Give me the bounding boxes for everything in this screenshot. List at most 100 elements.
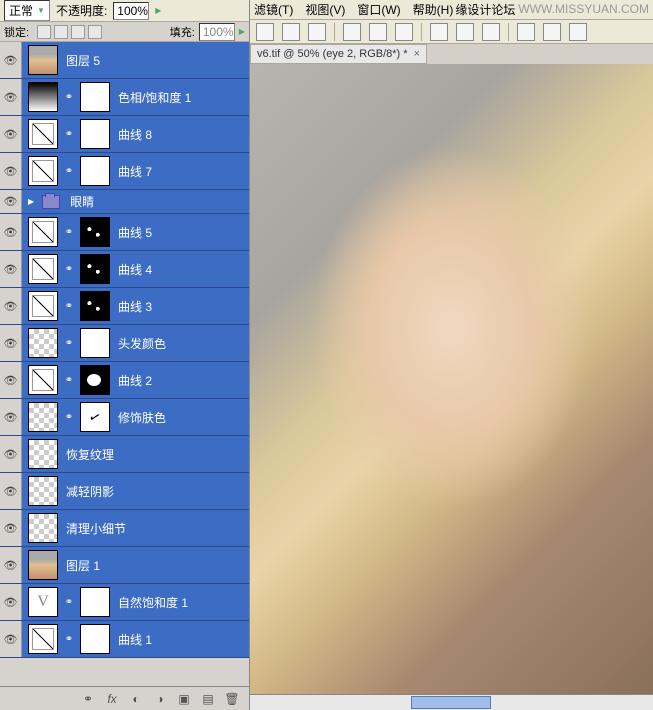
menu-forum[interactable]: 缘设计论坛 [455, 1, 515, 18]
layer-row[interactable]: ⚭色相/饱和度 1 [0, 79, 249, 116]
lock-pixels-icon[interactable] [54, 25, 68, 39]
disclosure-icon[interactable]: ▶ [28, 197, 34, 206]
distribute-icon[interactable] [343, 23, 361, 41]
visibility-eye-icon[interactable] [0, 153, 22, 189]
layer-thumb[interactable] [28, 82, 58, 112]
distribute-icon[interactable] [430, 23, 448, 41]
opacity-field[interactable]: 100% [113, 2, 149, 20]
layer-mask-thumb[interactable] [80, 365, 110, 395]
menu-view[interactable]: 视图(V) [305, 1, 345, 18]
distribute-icon[interactable] [395, 23, 413, 41]
link-icon[interactable]: ⚭ [62, 402, 76, 432]
layers-list[interactable]: 图层 5⚭色相/饱和度 1⚭曲线 8⚭曲线 7▶眼睛⚭曲线 5⚭曲线 4⚭曲线 … [0, 42, 249, 686]
layer-name[interactable]: 曲线 1 [118, 631, 152, 648]
layer-mask-thumb[interactable] [80, 217, 110, 247]
visibility-eye-icon[interactable] [0, 510, 22, 546]
link-icon[interactable]: ⚭ [62, 156, 76, 186]
lock-transparent-icon[interactable] [37, 25, 51, 39]
close-icon[interactable]: × [414, 48, 420, 60]
distribute-icon[interactable] [482, 23, 500, 41]
layer-name[interactable]: 修饰肤色 [118, 409, 166, 426]
layer-thumb[interactable] [28, 513, 58, 543]
visibility-eye-icon[interactable] [0, 547, 22, 583]
layer-name[interactable]: 眼睛 [70, 193, 94, 210]
chevron-right-icon[interactable]: ▶ [239, 27, 245, 36]
delete-layer-icon[interactable]: 🗑 [223, 691, 241, 707]
visibility-eye-icon[interactable] [0, 325, 22, 361]
layer-name[interactable]: 曲线 7 [118, 163, 152, 180]
align-icon[interactable] [282, 23, 300, 41]
auto-align-icon[interactable] [517, 23, 535, 41]
visibility-eye-icon[interactable] [0, 190, 22, 213]
visibility-eye-icon[interactable] [0, 251, 22, 287]
layer-name[interactable]: 头发颜色 [118, 335, 166, 352]
visibility-eye-icon[interactable] [0, 214, 22, 250]
layer-mask-icon[interactable]: ◐ [127, 691, 145, 707]
layer-row[interactable]: ⚭曲线 3 [0, 288, 249, 325]
layer-thumb[interactable] [28, 439, 58, 469]
options-icon[interactable] [543, 23, 561, 41]
align-icon[interactable] [308, 23, 326, 41]
layer-name[interactable]: 恢复纹理 [66, 446, 114, 463]
layer-row[interactable]: 减轻阴影 [0, 473, 249, 510]
layer-thumb[interactable] [28, 217, 58, 247]
visibility-eye-icon[interactable] [0, 584, 22, 620]
layer-thumb[interactable] [28, 254, 58, 284]
link-icon[interactable]: ⚭ [62, 82, 76, 112]
layer-thumb[interactable] [28, 402, 58, 432]
lock-all-icon[interactable] [88, 25, 102, 39]
layer-thumb[interactable] [28, 45, 58, 75]
link-icon[interactable]: ⚭ [62, 217, 76, 247]
fx-icon[interactable]: fx [103, 691, 121, 707]
layer-name[interactable]: 曲线 2 [118, 372, 152, 389]
layer-mask-thumb[interactable] [80, 402, 110, 432]
link-icon[interactable]: ⚭ [62, 328, 76, 358]
layer-thumb[interactable] [28, 291, 58, 321]
layer-thumb[interactable] [28, 365, 58, 395]
layer-row[interactable]: 图层 1 [0, 547, 249, 584]
link-icon[interactable]: ⚭ [62, 254, 76, 284]
layer-mask-thumb[interactable] [80, 291, 110, 321]
layer-name[interactable]: 图层 5 [66, 52, 100, 69]
layer-name[interactable]: 自然饱和度 1 [118, 594, 188, 611]
layer-row[interactable]: ⚭自然饱和度 1 [0, 584, 249, 621]
visibility-eye-icon[interactable] [0, 473, 22, 509]
layer-row[interactable]: ⚭ 曲线 1 [0, 621, 249, 658]
layer-row[interactable]: ⚭ 曲线 4 [0, 251, 249, 288]
layer-thumb[interactable] [28, 156, 58, 186]
adjustment-layer-icon[interactable]: ◑ [151, 691, 169, 707]
layer-name[interactable]: 减轻阴影 [66, 483, 114, 500]
document-tab[interactable]: v6.tif @ 50% (eye 2, RGB/8*) * × [250, 44, 427, 64]
layer-thumb[interactable] [28, 587, 58, 617]
menu-help[interactable]: 帮助(H) [413, 1, 454, 18]
link-icon[interactable]: ⚭ [62, 291, 76, 321]
layer-row[interactable]: ⚭ 曲线 7 [0, 153, 249, 190]
layer-name[interactable]: 曲线 8 [118, 126, 152, 143]
layer-name[interactable]: 曲线 4 [118, 261, 152, 278]
layer-thumb[interactable] [28, 624, 58, 654]
layer-mask-thumb[interactable] [80, 82, 110, 112]
horizontal-scrollbar[interactable] [250, 694, 653, 710]
fill-field[interactable]: 100% [199, 23, 235, 41]
scrollbar-thumb[interactable] [411, 696, 491, 709]
layer-row[interactable]: 恢复纹理 [0, 436, 249, 473]
layer-mask-thumb[interactable] [80, 119, 110, 149]
lock-position-icon[interactable] [71, 25, 85, 39]
layer-mask-thumb[interactable] [80, 254, 110, 284]
layer-mask-thumb[interactable] [80, 156, 110, 186]
layer-name[interactable]: 图层 1 [66, 557, 100, 574]
visibility-eye-icon[interactable] [0, 116, 22, 152]
layer-row[interactable]: 清理小细节 [0, 510, 249, 547]
visibility-eye-icon[interactable] [0, 79, 22, 115]
layer-row[interactable]: ⚭曲线 5 [0, 214, 249, 251]
layer-thumb[interactable] [28, 550, 58, 580]
visibility-eye-icon[interactable] [0, 621, 22, 657]
layer-thumb[interactable] [28, 476, 58, 506]
layer-row[interactable]: 图层 5 [0, 42, 249, 79]
link-icon[interactable]: ⚭ [62, 624, 76, 654]
new-layer-icon[interactable]: ▤ [199, 691, 217, 707]
layer-thumb[interactable] [28, 328, 58, 358]
chevron-right-icon[interactable]: ▶ [155, 6, 161, 15]
align-edges-icon[interactable] [256, 23, 274, 41]
visibility-eye-icon[interactable] [0, 42, 22, 78]
